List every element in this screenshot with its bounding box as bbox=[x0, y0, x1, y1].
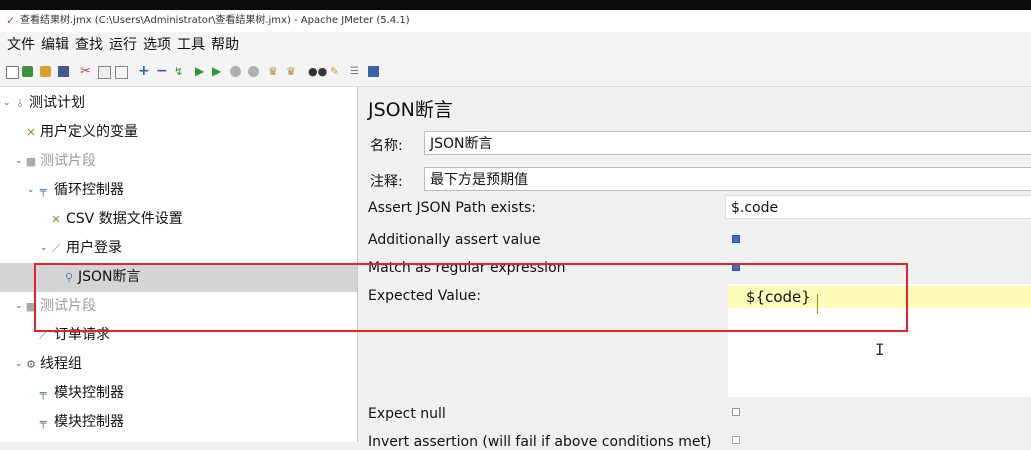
chevron-down-icon[interactable]: ⌄ bbox=[15, 292, 23, 321]
flask-icon: ⫰ bbox=[17, 97, 23, 110]
tree-item-loop-controller[interactable]: ⌄ ╤ 循环控制器 bbox=[0, 176, 357, 205]
chevron-down-icon[interactable]: ⌄ bbox=[27, 176, 35, 205]
menu-tools[interactable]: 工具 bbox=[174, 32, 208, 58]
jmeter-app-icon: ✓ bbox=[6, 14, 16, 27]
json-path-label: Assert JSON Path exists: bbox=[368, 200, 536, 216]
tree-item-thread-group[interactable]: ⌄ ⚙ 线程组 bbox=[0, 350, 357, 379]
panel-title: JSON断言 bbox=[368, 99, 453, 121]
chevron-down-icon[interactable]: ⌄ bbox=[40, 234, 48, 263]
menu-run[interactable]: 运行 bbox=[106, 32, 140, 58]
window-title: 查看结果树.jmx (C:\Users\Administrator\查看结果树.… bbox=[20, 15, 410, 26]
title-bar: ✓ 查看结果树.jmx (C:\Users\Administrator\查看结果… bbox=[0, 10, 1031, 32]
new-icon[interactable] bbox=[6, 66, 19, 79]
chevron-down-icon[interactable]: ⌄ bbox=[15, 147, 23, 176]
controller-icon: ╤ bbox=[39, 387, 47, 400]
clear-all-icon[interactable]: ♛ bbox=[286, 66, 297, 77]
tree-item-csv-data-set[interactable]: ✕ CSV 数据文件设置 bbox=[0, 205, 357, 234]
menu-bar: 文件 编辑 查找 运行 选项 工具 帮助 bbox=[0, 32, 1031, 58]
start-no-pause-icon[interactable]: ▶ bbox=[212, 65, 223, 77]
controller-icon: ╤ bbox=[39, 416, 47, 429]
pen-icon: ⟋ bbox=[52, 242, 60, 255]
json-path-field[interactable]: $.code bbox=[725, 195, 1031, 219]
tree-item-user-login[interactable]: ⌄ ⟋ 用户登录 bbox=[0, 234, 357, 263]
tree-item-test-plan[interactable]: ⌄ ⫰ 测试计划 bbox=[0, 89, 357, 118]
additionally-assert-checkbox[interactable] bbox=[732, 235, 740, 243]
chevron-down-icon[interactable]: ⌄ bbox=[3, 89, 11, 118]
stop-icon[interactable] bbox=[230, 66, 241, 77]
save-icon[interactable] bbox=[58, 66, 69, 77]
name-label: 名称: bbox=[370, 138, 403, 154]
fragment-icon: ■ bbox=[25, 155, 37, 168]
additionally-assert-label: Additionally assert value bbox=[368, 232, 541, 248]
mouse-ibeam-cursor: I bbox=[875, 340, 885, 359]
open-icon[interactable] bbox=[40, 66, 51, 77]
paste-icon[interactable] bbox=[115, 66, 128, 79]
tree-item-module-controller-2[interactable]: ╤ 模块控制器 bbox=[0, 408, 357, 437]
name-field[interactable]: JSON断言 bbox=[424, 131, 1031, 155]
tree-item-user-variables[interactable]: ✕ 用户定义的变量 bbox=[0, 118, 357, 147]
menu-edit[interactable]: 编辑 bbox=[38, 32, 72, 58]
controller-icon: ╤ bbox=[39, 184, 47, 197]
comment-field[interactable]: 最下方是预期值 bbox=[424, 167, 1031, 191]
help-icon[interactable] bbox=[368, 66, 379, 77]
expect-null-label: Expect null bbox=[368, 406, 446, 422]
highlight-annotation-box bbox=[34, 263, 908, 332]
screen-top-bar bbox=[0, 0, 1031, 10]
shutdown-icon[interactable] bbox=[248, 66, 259, 77]
expand-icon[interactable]: + bbox=[138, 64, 150, 78]
templates-icon[interactable] bbox=[22, 66, 33, 77]
menu-search[interactable]: 查找 bbox=[72, 32, 106, 58]
invert-assertion-label: Invert assertion (will fail if above con… bbox=[368, 434, 712, 450]
wrench-icon: ✕ bbox=[51, 213, 61, 226]
tree-item-test-fragment[interactable]: ⌄ ■ 测试片段 bbox=[0, 147, 357, 176]
wrench-icon: ✕ bbox=[26, 126, 36, 139]
collapse-icon[interactable]: − bbox=[156, 64, 168, 78]
reset-search-icon[interactable]: ✎ bbox=[330, 66, 341, 77]
menu-help[interactable]: 帮助 bbox=[208, 32, 242, 58]
toggle-icon[interactable]: ↯ bbox=[174, 66, 185, 77]
chevron-down-icon[interactable]: ⌄ bbox=[15, 350, 23, 379]
gear-icon: ⚙ bbox=[26, 358, 36, 371]
toolbar: ✂ + − ↯ ▶ ▶ ♛ ♛ ●● ✎ ☰ bbox=[0, 58, 1031, 87]
tree-item-module-controller-1[interactable]: ╤ 模块控制器 bbox=[0, 379, 357, 408]
invert-assertion-checkbox[interactable] bbox=[732, 436, 740, 444]
comment-label: 注释: bbox=[370, 174, 403, 190]
cut-icon[interactable]: ✂ bbox=[80, 65, 91, 78]
clear-icon[interactable]: ♛ bbox=[268, 66, 279, 77]
menu-file[interactable]: 文件 bbox=[4, 32, 38, 58]
copy-icon[interactable] bbox=[98, 66, 111, 79]
start-icon[interactable]: ▶ bbox=[195, 65, 206, 77]
expect-null-checkbox[interactable] bbox=[732, 408, 740, 416]
search-icon[interactable]: ●● bbox=[308, 66, 327, 77]
menu-options[interactable]: 选项 bbox=[140, 32, 174, 58]
function-helper-icon[interactable]: ☰ bbox=[350, 66, 361, 77]
